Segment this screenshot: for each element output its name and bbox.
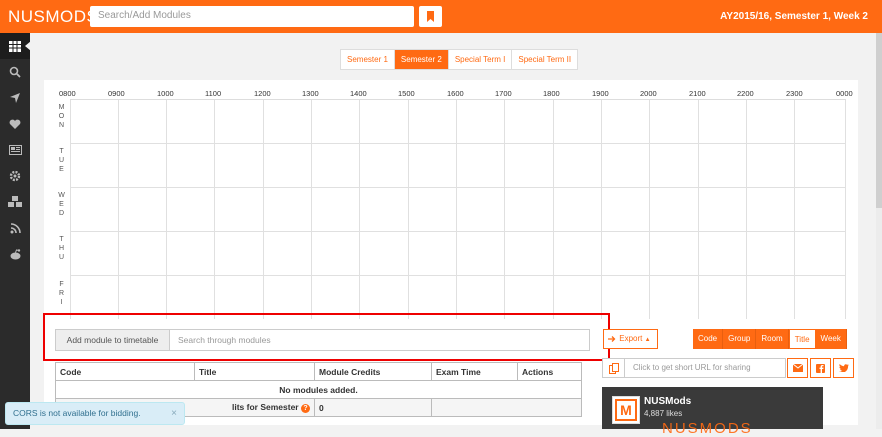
- view-group-button[interactable]: Group: [723, 329, 757, 349]
- sidebar-item-favorites[interactable]: [0, 111, 30, 137]
- facebook-likes: 4,887 likes: [644, 409, 683, 418]
- sidebar-item-search[interactable]: [0, 59, 30, 85]
- bookmark-button[interactable]: [419, 6, 442, 27]
- facebook-icon: [816, 363, 825, 373]
- sidebar-item-reddit[interactable]: [0, 241, 30, 267]
- newspaper-icon: [8, 145, 22, 155]
- reddit-icon: [10, 248, 20, 259]
- day-label-wed: WED: [58, 192, 65, 219]
- top-navbar: NUSMODS Search/Add Modules AY2015/16, Se…: [0, 0, 882, 33]
- empty-message: No modules added.: [55, 380, 582, 399]
- tab-special-term-1[interactable]: Special Term I: [449, 50, 513, 69]
- hour-label: 0800: [59, 89, 76, 98]
- gear-icon: [9, 170, 21, 182]
- share-email-button[interactable]: [787, 358, 808, 378]
- column-header[interactable]: Code: [55, 362, 195, 381]
- sidebar-item-rss[interactable]: [0, 215, 30, 241]
- table-row: No modules added.: [55, 380, 582, 399]
- close-icon[interactable]: ×: [171, 403, 177, 424]
- share-twitter-button[interactable]: [833, 358, 854, 378]
- tab-semester-2[interactable]: Semester 2: [394, 50, 449, 69]
- scrollbar-thumb[interactable]: [876, 33, 882, 208]
- heart-icon: [9, 119, 21, 129]
- view-code-button[interactable]: Code: [693, 329, 724, 349]
- copy-icon: [603, 359, 625, 377]
- sidebar-item-news[interactable]: [0, 137, 30, 163]
- help-icon[interactable]: ?: [301, 404, 310, 413]
- cubes-icon: [8, 196, 22, 207]
- tab-semester-1[interactable]: Semester 1: [341, 50, 395, 69]
- hour-label: 2100: [689, 89, 706, 98]
- bookmark-icon: [427, 11, 434, 22]
- hour-label: 1300: [302, 89, 319, 98]
- timetable-grid[interactable]: [70, 99, 846, 319]
- hour-label: 1400: [350, 89, 367, 98]
- view-week-button[interactable]: Week: [815, 329, 847, 349]
- hour-label: 2200: [737, 89, 754, 98]
- export-icon: [608, 335, 616, 342]
- sidebar-item-settings[interactable]: [0, 163, 30, 189]
- sidebar-item-timetable[interactable]: [0, 33, 31, 59]
- sidebar-item-modules[interactable]: [0, 189, 30, 215]
- hour-label: 1000: [157, 89, 174, 98]
- highlight-box: [43, 313, 610, 361]
- total-credits-value: 0: [314, 398, 432, 417]
- tab-special-term-2[interactable]: Special Term II: [512, 50, 577, 69]
- day-label-tue: TUE: [58, 148, 65, 175]
- sidebar: [0, 33, 31, 429]
- twitter-icon: [838, 364, 849, 372]
- short-url-field[interactable]: Click to get short URL for sharing: [602, 358, 786, 378]
- hour-label: 1600: [447, 89, 464, 98]
- app-logo[interactable]: NUSMODS: [8, 7, 98, 27]
- notification-toast: CORS is not available for bidding. ×: [5, 402, 185, 425]
- sidebar-item-navigate[interactable]: [0, 85, 30, 111]
- academic-year-label: AY2015/16, Semester 1, Week 2: [720, 11, 868, 22]
- hour-label: 2300: [786, 89, 803, 98]
- module-search-input[interactable]: Search/Add Modules: [90, 6, 414, 27]
- empty-cell: [431, 398, 582, 417]
- email-icon: [792, 364, 803, 372]
- hour-label: 1100: [205, 89, 222, 98]
- hour-label: 2000: [640, 89, 657, 98]
- share-facebook-button[interactable]: [810, 358, 831, 378]
- day-label-fri: FRI: [58, 281, 65, 308]
- hour-label: 1700: [495, 89, 512, 98]
- view-title-button[interactable]: Title: [788, 329, 816, 349]
- page-scrollbar[interactable]: [876, 33, 882, 429]
- caret-up-icon: ▲: [644, 337, 651, 343]
- hour-label: 0900: [108, 89, 125, 98]
- timetable-grid-icon: [9, 40, 21, 52]
- search-icon: [9, 66, 21, 78]
- hour-label: 1200: [254, 89, 271, 98]
- nusmods-logo: M: [612, 396, 640, 424]
- view-room-button[interactable]: Room: [756, 329, 789, 349]
- column-header: Actions: [517, 362, 582, 381]
- facebook-widget[interactable]: M NUSMods 4,887 likes NUSMODS: [602, 387, 823, 437]
- column-header[interactable]: Module Credits: [314, 362, 432, 381]
- toast-message: CORS is not available for bidding.: [13, 408, 141, 418]
- export-button[interactable]: Export ▲: [603, 329, 658, 349]
- column-header[interactable]: Title: [194, 362, 315, 381]
- hour-label: 1900: [592, 89, 609, 98]
- semester-tabs: Semester 1 Semester 2 Special Term I Spe…: [340, 49, 579, 70]
- navigation-arrow-icon: [10, 93, 20, 103]
- hour-label: 0000: [836, 89, 853, 98]
- facebook-page-name[interactable]: NUSMods: [644, 396, 691, 407]
- day-label-thu: THU: [58, 236, 65, 263]
- export-label: Export: [619, 334, 643, 343]
- table-header-row: Code Title Module Credits Exam Time Acti…: [55, 362, 582, 381]
- timetable-hours: 0800 0900 1000 1100 1200 1300 1400 1500 …: [59, 89, 858, 99]
- rss-icon: [10, 222, 21, 233]
- short-url-placeholder: Click to get short URL for sharing: [633, 363, 751, 372]
- hour-label: 1800: [543, 89, 560, 98]
- hour-label: 1500: [398, 89, 415, 98]
- view-options: Code Group Room Title Week: [693, 329, 847, 349]
- day-label-mon: MON: [58, 104, 65, 131]
- column-header[interactable]: Exam Time: [431, 362, 518, 381]
